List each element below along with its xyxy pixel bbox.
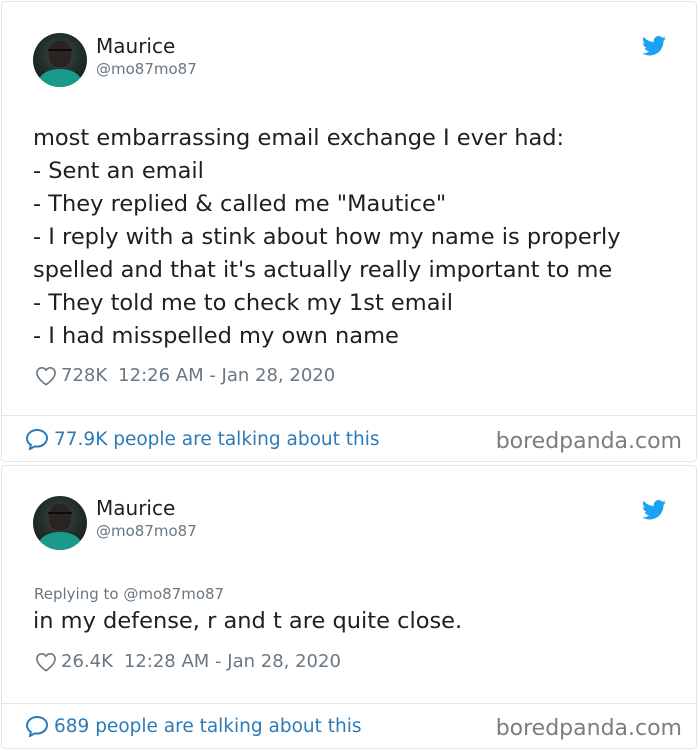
twitter-bird-icon[interactable]	[642, 36, 666, 56]
tweet-line: - I had misspelled my own name	[33, 323, 399, 349]
divider	[2, 415, 696, 416]
tweet-line: - I reply with a stink about how my name…	[33, 224, 621, 250]
tweet-line: - They told me to check my 1st email	[33, 290, 453, 316]
author-name[interactable]: Maurice	[96, 34, 175, 58]
divider	[2, 703, 696, 704]
talking-text[interactable]: 77.9K people are talking about this	[54, 429, 380, 450]
tweet-meta: 728K 12:26 AM - Jan 28, 2020	[35, 365, 335, 386]
heart-icon[interactable]	[35, 652, 57, 672]
tweet-line: spelled and that it's actually really im…	[33, 257, 613, 283]
author-handle[interactable]: @mo87mo87	[96, 60, 197, 78]
speech-bubble-icon	[25, 715, 49, 737]
timestamp[interactable]: 12:26 AM - Jan 28, 2020	[118, 365, 335, 386]
tweet-text: in my defense, r and t are quite close.	[33, 608, 463, 634]
avatar[interactable]	[33, 496, 87, 550]
talking-text[interactable]: 689 people are talking about this	[54, 716, 362, 737]
author-handle[interactable]: @mo87mo87	[96, 522, 197, 540]
tweet-line: most embarrassing email exchange I ever …	[33, 125, 565, 151]
tweet-card: Maurice @mo87mo87 most embarrassing emai…	[1, 1, 697, 462]
tweet-line: - Sent an email	[33, 158, 204, 184]
tweet-meta: 26.4K 12:28 AM - Jan 28, 2020	[35, 651, 341, 672]
talking-link[interactable]: 77.9K people are talking about this	[25, 428, 380, 450]
speech-bubble-icon	[25, 428, 49, 450]
timestamp[interactable]: 12:28 AM - Jan 28, 2020	[124, 651, 341, 672]
tweet-text: most embarrassing email exchange I ever …	[33, 122, 683, 353]
talking-link[interactable]: 689 people are talking about this	[25, 715, 362, 737]
like-count[interactable]: 728K	[61, 365, 107, 386]
replying-to[interactable]: Replying to @mo87mo87	[34, 585, 224, 603]
tweet-card: Maurice @mo87mo87 Replying to @mo87mo87 …	[1, 465, 697, 749]
like-count[interactable]: 26.4K	[61, 651, 113, 672]
heart-icon[interactable]	[35, 366, 57, 386]
watermark: boredpanda.com	[495, 716, 682, 741]
avatar[interactable]	[33, 33, 87, 87]
twitter-bird-icon[interactable]	[642, 500, 666, 520]
watermark: boredpanda.com	[495, 429, 682, 454]
tweet-line: - They replied & called me "Mautice"	[33, 191, 447, 217]
author-name[interactable]: Maurice	[96, 496, 175, 520]
